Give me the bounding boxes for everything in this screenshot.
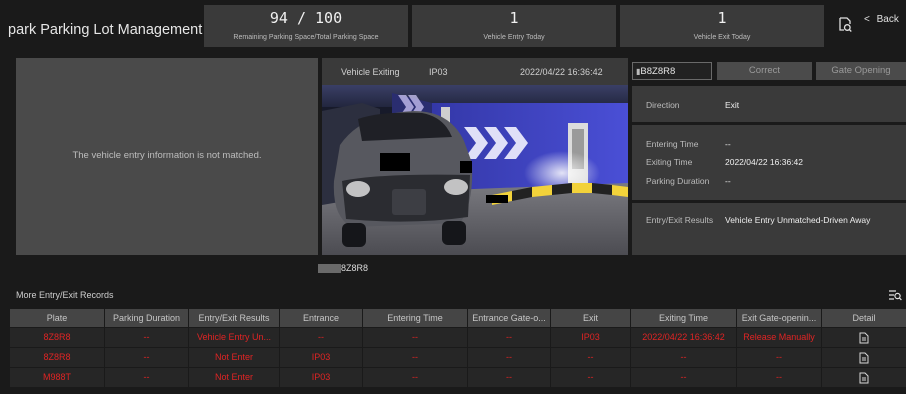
- entry-snapshot-panel: The vehicle entry information is not mat…: [16, 58, 318, 255]
- cell-exit-gate: --: [737, 368, 822, 387]
- cell-exit: --: [551, 348, 631, 367]
- recognized-plate-caption: 8Z8R8: [318, 263, 369, 274]
- cell-entering-time: --: [363, 328, 468, 347]
- table-row[interactable]: 8Z8R8 -- Not Enter IP03 -- -- -- -- --: [10, 347, 906, 367]
- direction-value: Exit: [725, 100, 740, 110]
- cell-exit-gate: Release Manually: [737, 328, 822, 347]
- detail-cell: [822, 368, 906, 387]
- table-row[interactable]: M988T -- Not Enter IP03 -- -- -- -- --: [10, 367, 906, 387]
- entry-unmatched-message: The vehicle entry information is not mat…: [72, 150, 262, 161]
- camera-status: Vehicle Exiting: [341, 67, 400, 77]
- exiting-time-value: 2022/04/22 16:36:42: [725, 157, 803, 167]
- entering-time-value: --: [725, 139, 731, 149]
- table-header-row: Plate Parking Duration Entry/Exit Results E…: [10, 309, 906, 327]
- plate-number-value: B8Z8R8: [640, 66, 676, 77]
- detail-cell: [822, 328, 906, 347]
- cell-entrance-gate: --: [468, 328, 551, 347]
- cell-plate: 8Z8R8: [10, 328, 105, 347]
- detail-cell: [822, 348, 906, 367]
- exiting-time-label: Exiting Time: [646, 157, 693, 167]
- column-header-plate: Plate: [10, 309, 105, 327]
- column-header-entrance-gate: Entrance Gate-o...: [468, 309, 551, 327]
- camera-channel: IP03: [429, 67, 448, 77]
- column-header-detail: Detail: [852, 313, 876, 323]
- cell-plate: M988T: [10, 368, 105, 387]
- detail-document-icon[interactable]: [859, 332, 869, 344]
- cell-parking-duration: --: [105, 368, 189, 387]
- parking-duration-value: --: [725, 176, 731, 186]
- column-header-entering-time: Entering Time: [363, 309, 468, 327]
- page-title: park Parking Lot Management: [8, 22, 203, 38]
- cell-entry-exit-results: Not Enter: [189, 348, 280, 367]
- cell-parking-duration: --: [105, 348, 189, 367]
- column-header-parking-duration: Parking Duration: [105, 309, 189, 327]
- table-row[interactable]: 8Z8R8 -- Vehicle Entry Un... -- -- -- IP03 2022…: [10, 327, 906, 347]
- time-info-box: Entering Time -- Exiting Time 2022/04/22…: [632, 125, 906, 200]
- remaining-space-value: 94 / 100: [269, 9, 343, 27]
- remaining-space-stat: 94 / 100 Remaining Parking Space/Total P…: [204, 5, 408, 47]
- entering-time-label: Entering Time: [646, 139, 699, 149]
- parking-duration-label: Parking Duration: [646, 176, 710, 186]
- vehicle-exit-value: 1: [717, 9, 727, 27]
- back-button[interactable]: < Back: [864, 14, 899, 25]
- cell-exiting-time: --: [631, 368, 737, 387]
- direction-label: Direction: [646, 100, 680, 110]
- column-header-entrance: Entrance: [280, 309, 363, 327]
- cell-entrance-gate: --: [468, 348, 551, 367]
- cell-entry-exit-results: Not Enter: [189, 368, 280, 387]
- cell-entry-exit-results: Vehicle Entry Un...: [189, 328, 280, 347]
- result-value: Vehicle Entry Unmatched-Driven Away: [725, 215, 871, 225]
- cell-exit: --: [551, 368, 631, 387]
- vehicle-exit-label: Vehicle Exit Today: [693, 34, 751, 41]
- cell-entrance: IP03: [280, 368, 363, 387]
- result-label: Entry/Exit Results: [646, 215, 714, 225]
- cell-exit-gate: --: [737, 348, 822, 367]
- cell-entering-time: --: [363, 368, 468, 387]
- back-label: Back: [876, 14, 899, 25]
- records-title: More Entry/Exit Records: [16, 290, 114, 300]
- table-body: 8Z8R8 -- Vehicle Entry Un... -- -- -- IP03 2022…: [10, 327, 906, 387]
- cell-parking-duration: --: [105, 328, 189, 347]
- cell-entrance-gate: --: [468, 368, 551, 387]
- direction-info-box: Direction Exit: [632, 86, 906, 122]
- chevron-left-icon: <: [864, 14, 870, 25]
- column-header-entry-exit-results: Entry/Exit Results: [189, 309, 280, 327]
- vehicle-entry-label: Vehicle Entry Today: [483, 34, 545, 41]
- remaining-space-label: Remaining Parking Space/Total Parking Sp…: [233, 34, 379, 41]
- cell-entrance: --: [280, 328, 363, 347]
- correct-button[interactable]: Correct: [717, 62, 812, 80]
- result-info-box: Entry/Exit Results Vehicle Entry Unmatch…: [632, 203, 906, 255]
- plate-number-field[interactable]: ▮B8Z8R8: [632, 62, 712, 80]
- plate-caption-text: 8Z8R8: [341, 263, 369, 273]
- column-header-exit-gate: Exit Gate-openin...: [737, 309, 822, 327]
- plate-mask: [318, 264, 341, 274]
- camera-info-bar: Vehicle Exiting IP03 2022/04/22 16:36:42: [322, 58, 628, 85]
- detail-document-icon[interactable]: [859, 372, 869, 384]
- cell-exiting-time: 2022/04/22 16:36:42: [631, 328, 737, 347]
- camera-timestamp: 2022/04/22 16:36:42: [520, 67, 603, 77]
- cell-exiting-time: --: [631, 348, 737, 367]
- search-records-icon[interactable]: [838, 17, 852, 32]
- cell-exit: IP03: [551, 328, 631, 347]
- filter-search-icon[interactable]: [888, 289, 902, 301]
- cell-entering-time: --: [363, 348, 468, 367]
- cell-plate: 8Z8R8: [10, 348, 105, 367]
- vehicle-entry-value: 1: [509, 9, 519, 27]
- records-table: Plate Parking Duration Entry/Exit Results E…: [10, 309, 906, 387]
- column-header-exiting-time: Exiting Time: [631, 309, 737, 327]
- column-header-exit: Exit: [551, 309, 631, 327]
- exit-camera-snapshot: [322, 85, 628, 255]
- detail-document-icon[interactable]: [859, 352, 869, 364]
- cell-entrance: IP03: [280, 348, 363, 367]
- gate-opening-button[interactable]: Gate Opening: [816, 62, 906, 80]
- vehicle-entry-stat: 1 Vehicle Entry Today: [412, 5, 616, 47]
- vehicle-exit-stat: 1 Vehicle Exit Today: [620, 5, 824, 47]
